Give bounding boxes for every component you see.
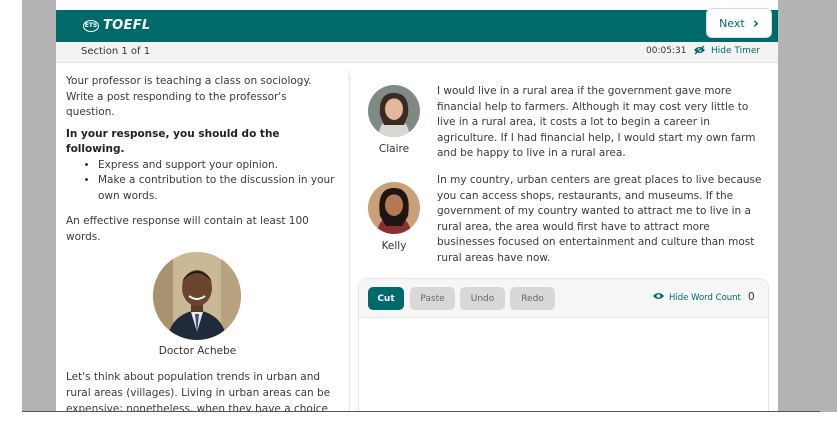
prompt-text: Your professor is teaching a class on so… — [66, 74, 336, 251]
student-avatar-kelly — [368, 182, 420, 234]
test-window: ETS TOEFL Next › Section 1 of 1 00:05:31… — [56, 0, 778, 412]
response-editor: Cut Paste Undo Redo Hide Word Count 0 — [358, 278, 769, 412]
next-button[interactable]: Next › — [706, 8, 772, 38]
left-gutter — [22, 0, 56, 412]
eye-icon[interactable] — [652, 291, 665, 304]
prompt-intro: Your professor is teaching a class on so… — [66, 75, 312, 118]
editor-toolbar: Cut Paste Undo Redo Hide Word Count 0 — [359, 279, 768, 318]
timer: 00:05:31 — [646, 46, 687, 56]
eye-slash-icon[interactable] — [693, 45, 705, 55]
list-item: Express and support your opinion. — [98, 158, 336, 174]
list-item: Make a contribution to the discussion in… — [98, 173, 336, 204]
paste-button[interactable]: Paste — [410, 287, 455, 310]
prompt-panel: Your professor is teaching a class on so… — [56, 67, 350, 412]
student-name-kelly: Kelly — [381, 240, 407, 252]
cut-button[interactable]: Cut — [368, 287, 404, 310]
next-label: Next — [719, 16, 745, 30]
top-bar: ETS TOEFL Next › — [56, 8, 778, 42]
bottom-divider — [22, 411, 820, 412]
student-post-claire: I would live in a rural area if the gove… — [437, 85, 756, 159]
chevron-right-icon: › — [752, 13, 759, 32]
response-textarea[interactable] — [359, 318, 768, 412]
student-name-claire: Claire — [378, 143, 410, 155]
brand-name: TOEFL — [103, 18, 151, 33]
hide-word-count-button[interactable]: Hide Word Count — [669, 293, 741, 303]
right-gutter — [778, 0, 837, 412]
professor-name: Doctor Achebe — [158, 345, 237, 357]
student-post-kelly: In my country, urban centers are great p… — [437, 174, 762, 264]
professor-text: Let's think about population trends in u… — [66, 371, 331, 412]
instruction-list: Express and support your opinion. Make a… — [66, 158, 336, 205]
professor-avatar — [153, 252, 241, 340]
hide-timer-button[interactable]: Hide Timer — [711, 46, 760, 56]
instructions-heading: In your response, you should do the foll… — [66, 127, 280, 156]
undo-button[interactable]: Undo — [460, 287, 505, 310]
ets-badge-icon: ETS — [83, 19, 99, 32]
toefl-logo: ETS TOEFL — [83, 18, 150, 33]
student-avatar-claire — [368, 85, 420, 137]
section-bar: Section 1 of 1 00:05:31 Hide Timer — [56, 42, 778, 63]
word-count: 0 — [748, 291, 755, 303]
requirement-text: An effective response will contain at le… — [66, 215, 309, 243]
redo-button[interactable]: Redo — [510, 287, 555, 310]
section-label: Section 1 of 1 — [81, 46, 151, 57]
